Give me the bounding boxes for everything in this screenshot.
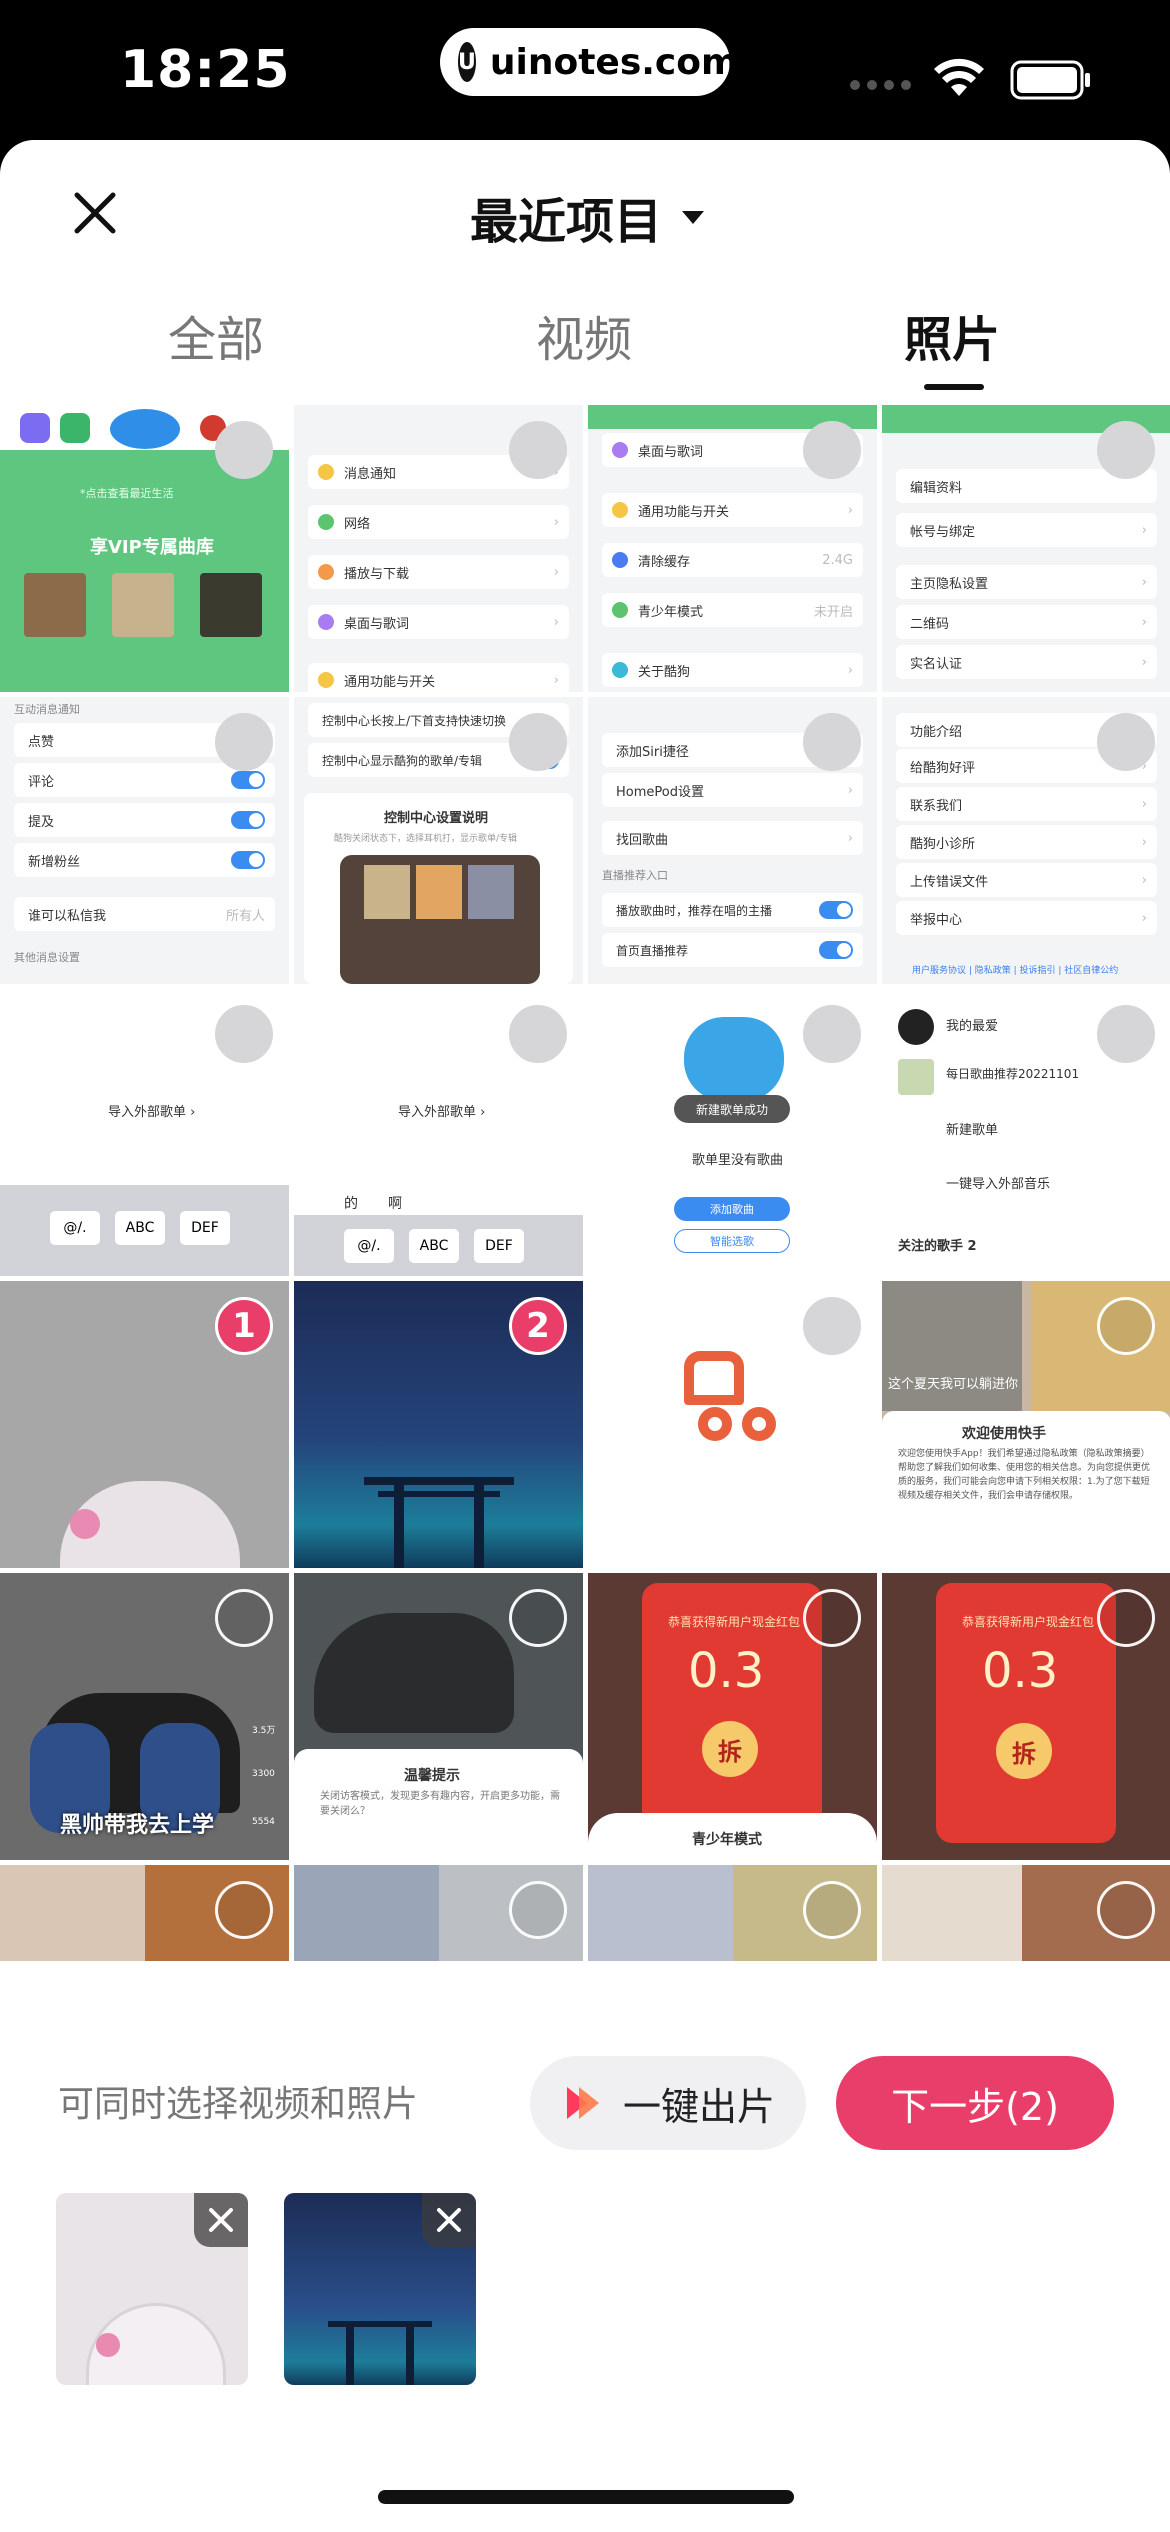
album-title: 最近项目 xyxy=(470,194,663,250)
select-circle[interactable] xyxy=(803,1881,861,1939)
select-circle[interactable] xyxy=(215,1589,273,1647)
wifi-icon xyxy=(934,58,984,96)
media-cell[interactable]: 温馨提示 关闭访客模式，发现更多有趣内容，开启更多功能，需要关闭么？ xyxy=(294,1573,583,1860)
select-circle[interactable] xyxy=(215,713,273,771)
select-circle[interactable] xyxy=(803,1005,861,1063)
remove-selection-button[interactable] xyxy=(422,2193,476,2247)
tab-photo[interactable]: 照片 xyxy=(904,300,1000,370)
media-cell[interactable]: 新建歌单成功 歌单里没有歌曲 添加歌曲 智能选歌 xyxy=(588,989,877,1276)
media-cell[interactable] xyxy=(588,1281,877,1568)
url-text: uinotes.com xyxy=(489,41,739,83)
select-circle[interactable] xyxy=(215,421,273,479)
selection-number-badge[interactable]: 1 xyxy=(215,1297,273,1355)
media-grid: *点击查看最近生活 享VIP专属曲库 消息通知› 网络› 播放与下载› 桌面与歌… xyxy=(0,405,1170,2005)
selected-thumbnail[interactable] xyxy=(284,2193,476,2385)
select-circle[interactable] xyxy=(215,1005,273,1063)
url-pill[interactable]: U uinotes.com xyxy=(440,28,739,96)
battery-icon xyxy=(1010,60,1090,100)
select-circle[interactable] xyxy=(1097,421,1155,479)
remove-selection-button[interactable] xyxy=(194,2193,248,2247)
media-cell[interactable]: 这个夏天我可以躺进你 欢迎使用快手 欢迎您使用快手App！我们希望通过隐私政策（… xyxy=(882,1281,1170,1568)
tab-video[interactable]: 视频 xyxy=(536,300,632,370)
media-cell[interactable]: 我的最爱 每日歌曲推荐20221101 新建歌单 一键导入外部音乐 关注的歌手 … xyxy=(882,989,1170,1276)
select-circle[interactable] xyxy=(803,1589,861,1647)
media-cell[interactable]: 2 xyxy=(294,1281,583,1568)
select-circle[interactable] xyxy=(1097,1297,1155,1355)
select-circle[interactable] xyxy=(1097,713,1155,771)
site-logo-icon: U xyxy=(458,42,476,82)
close-icon xyxy=(437,2208,461,2232)
select-circle[interactable] xyxy=(509,1589,567,1647)
close-icon xyxy=(74,192,116,234)
media-cell[interactable]: 导入外部歌单 › @/. ABC DEF xyxy=(0,989,289,1276)
media-picker-sheet: 最近项目 全部 视频 照片 *点击查看最近生活 享VIP专属曲库 消息通知› xyxy=(0,140,1170,2532)
tab-all[interactable]: 全部 xyxy=(168,300,264,370)
select-circle[interactable] xyxy=(1097,1881,1155,1939)
media-cell[interactable]: 控制中心长按上/下首支持快速切换 控制中心显示酷狗的歌单/专辑 控制中心设置说明… xyxy=(294,697,583,984)
album-selector[interactable]: 最近项目 xyxy=(470,182,705,252)
banner-link[interactable]: *点击查看最近生活 xyxy=(80,485,174,501)
media-cell[interactable]: 消息通知› 网络› 播放与下载› 桌面与歌词› 通用功能与开关› xyxy=(294,405,583,692)
media-cell[interactable]: 编辑资料 帐号与绑定 › 主页隐私设置 › 二维码 › 实名认证 › xyxy=(882,405,1170,692)
next-step-button[interactable]: 下一步(2) xyxy=(836,2056,1114,2150)
close-icon xyxy=(209,2208,233,2232)
select-circle[interactable] xyxy=(509,713,567,771)
select-circle[interactable] xyxy=(1097,1589,1155,1647)
select-circle[interactable] xyxy=(1097,1005,1155,1063)
selected-thumbnail[interactable] xyxy=(56,2193,248,2385)
media-cell[interactable]: *点击查看最近生活 享VIP专属曲库 xyxy=(0,405,289,692)
caret-down-icon xyxy=(682,210,705,224)
media-cell[interactable]: 导入外部歌单 › 的 啊 @/. ABC DEF xyxy=(294,989,583,1276)
tab-bar: 全部 视频 照片 xyxy=(0,300,1170,400)
tab-active-indicator xyxy=(924,384,984,390)
home-indicator xyxy=(378,2490,794,2504)
media-cell[interactable]: 恭喜获得新用户现金红包 0.3 拆 xyxy=(882,1573,1170,1860)
status-bar: 18:25 U uinotes.com xyxy=(0,0,1170,150)
cellular-signal-icon xyxy=(850,80,911,90)
select-circle[interactable] xyxy=(803,713,861,771)
select-circle[interactable] xyxy=(215,1881,273,1939)
media-cell[interactable] xyxy=(0,1865,289,1961)
media-cell[interactable]: 恭喜获得新用户现金红包 0.3 拆 青少年模式 xyxy=(588,1573,877,1860)
status-time: 18:25 xyxy=(120,40,291,100)
banner-title: 享VIP专属曲库 xyxy=(90,537,214,558)
selection-number-badge[interactable]: 2 xyxy=(509,1297,567,1355)
bottom-hint: 可同时选择视频和照片 xyxy=(58,2084,419,2125)
media-cell[interactable] xyxy=(588,1865,877,1961)
media-cell[interactable]: 添加Siri捷径› HomePod设置› 找回歌曲› 直播推荐入口 播放歌曲时，… xyxy=(588,697,877,984)
media-cell[interactable]: 1 xyxy=(0,1281,289,1568)
media-cell[interactable]: 互动消息通知 点赞 评论 提及 新增粉丝 谁可以私信我 所有人 其他消息设置 xyxy=(0,697,289,984)
quick-create-button[interactable]: 一键出片 xyxy=(530,2056,806,2150)
close-button[interactable] xyxy=(60,178,130,248)
quick-create-label: 一键出片 xyxy=(622,2084,775,2129)
media-cell[interactable] xyxy=(294,1865,583,1961)
select-circle[interactable] xyxy=(509,421,567,479)
media-cell[interactable]: 黑帅带我去上学 3.5万 3300 5554 xyxy=(0,1573,289,1860)
media-cell[interactable] xyxy=(882,1865,1170,1961)
select-circle[interactable] xyxy=(509,1881,567,1939)
select-circle[interactable] xyxy=(803,1297,861,1355)
select-circle[interactable] xyxy=(803,421,861,479)
quick-create-icon xyxy=(566,2087,599,2119)
media-cell[interactable]: 桌面与歌词› 通用功能与开关› 清除缓存2.4G 青少年模式未开启 关于酷狗› xyxy=(588,405,877,692)
kugou-logo-icon xyxy=(684,1351,744,1405)
media-cell[interactable]: 功能介绍 给酷狗好评 › 联系我们 › 酷狗小诊所 › 上传错误文件 › 举报中心 › 用… xyxy=(882,697,1170,984)
select-circle[interactable] xyxy=(509,1005,567,1063)
